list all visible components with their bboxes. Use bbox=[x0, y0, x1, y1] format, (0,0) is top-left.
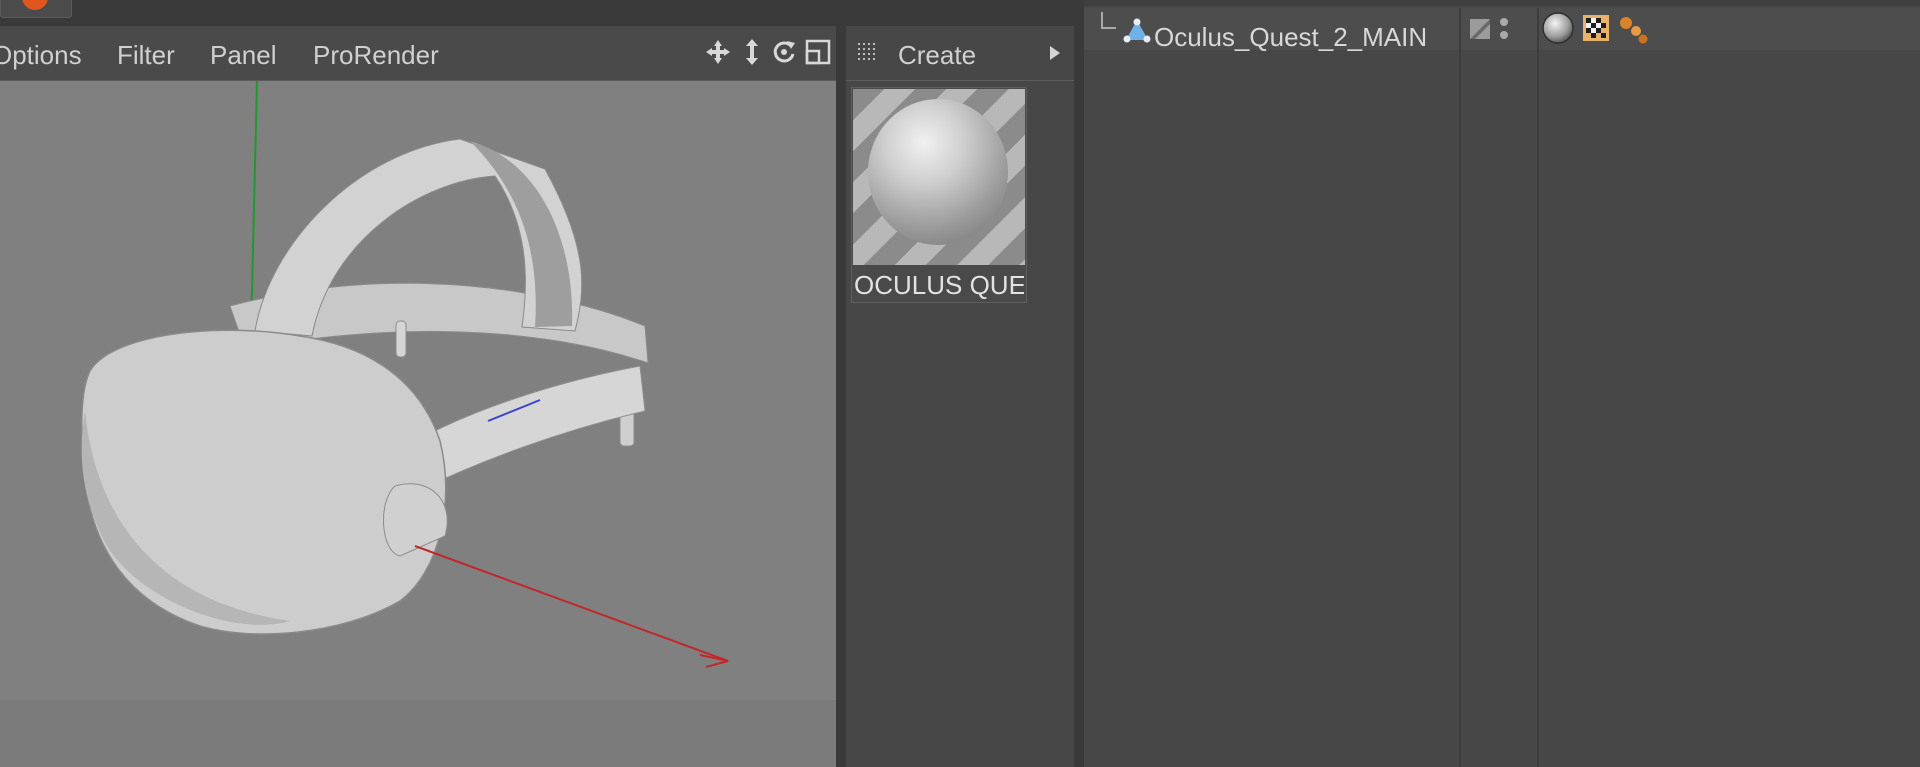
viewport-bottom-area bbox=[0, 700, 836, 767]
grip-icon[interactable] bbox=[856, 40, 882, 66]
y-axis-line bbox=[250, 80, 258, 334]
menu-create[interactable]: Create bbox=[898, 40, 976, 71]
mograph-tag-icon[interactable] bbox=[1616, 12, 1650, 46]
headset-model bbox=[81, 80, 729, 668]
menu-arrow-right-icon[interactable] bbox=[1048, 45, 1062, 61]
visibility-dots-icon[interactable] bbox=[1498, 16, 1510, 42]
rotate-view-icon[interactable] bbox=[770, 38, 798, 66]
object-header-line bbox=[1084, 0, 1920, 6]
object-row[interactable]: Oculus_Quest_2_MAIN bbox=[1084, 8, 1920, 53]
column-divider[interactable] bbox=[1459, 8, 1461, 767]
app-logo-icon bbox=[22, 0, 48, 10]
menu-filter[interactable]: Filter bbox=[117, 40, 175, 71]
move-view-icon[interactable] bbox=[704, 38, 732, 66]
texture-tag-icon[interactable] bbox=[1582, 14, 1610, 42]
layer-color-icon[interactable] bbox=[1468, 16, 1494, 42]
object-manager: Oculus_Quest_2_MAIN bbox=[1084, 0, 1920, 767]
zoom-view-icon[interactable] bbox=[738, 38, 766, 66]
peg-left bbox=[395, 320, 407, 358]
material-thumbnail[interactable]: OCULUS QUE bbox=[851, 87, 1027, 303]
material-menubar: Create bbox=[846, 26, 1074, 81]
material-preview bbox=[853, 89, 1025, 265]
material-name: OCULUS QUE bbox=[854, 270, 1024, 300]
material-manager: Create OCULUS QUE bbox=[846, 26, 1074, 767]
faceplate bbox=[81, 329, 447, 635]
panel-divider[interactable] bbox=[836, 26, 846, 767]
tree-branch-icon bbox=[1100, 12, 1118, 34]
viewport-canvas[interactable] bbox=[0, 80, 836, 700]
viewport-menubar: Options Filter Panel ProRender bbox=[0, 26, 836, 81]
material-sphere-icon bbox=[868, 99, 1008, 245]
toggle-view-icon[interactable] bbox=[804, 38, 832, 66]
column-divider[interactable] bbox=[1537, 8, 1539, 767]
app-tab[interactable] bbox=[0, 0, 72, 18]
menu-options[interactable]: Options bbox=[0, 40, 82, 71]
menu-prorender[interactable]: ProRender bbox=[313, 40, 439, 71]
null-object-icon bbox=[1122, 16, 1152, 44]
material-tag-icon[interactable] bbox=[1540, 10, 1576, 46]
menu-panel[interactable]: Panel bbox=[210, 40, 277, 71]
x-axis-line bbox=[414, 545, 729, 662]
viewport-panel: Options Filter Panel ProRender bbox=[0, 26, 836, 767]
panel-divider[interactable] bbox=[1074, 26, 1084, 767]
object-name[interactable]: Oculus_Quest_2_MAIN bbox=[1154, 22, 1427, 53]
